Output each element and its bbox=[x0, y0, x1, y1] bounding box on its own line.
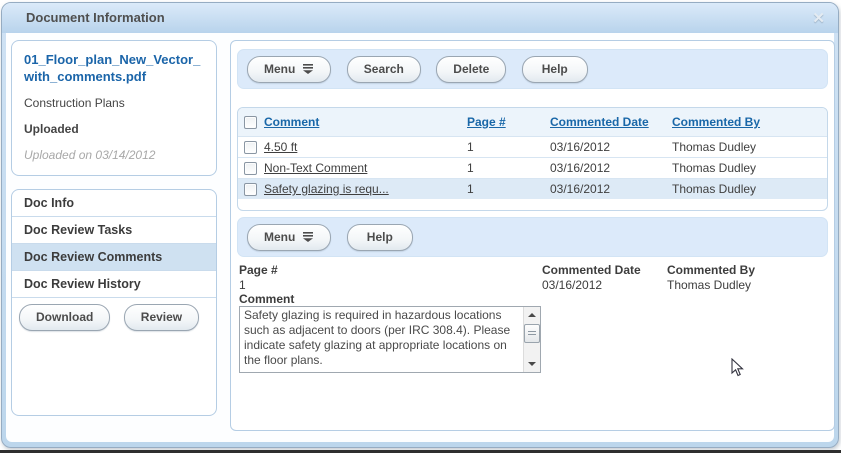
sort-comment-header[interactable]: Comment bbox=[264, 115, 319, 129]
sort-page-header[interactable]: Page # bbox=[467, 115, 506, 129]
page-cell: 1 bbox=[467, 161, 474, 175]
menu-dropdown-icon bbox=[302, 64, 314, 74]
table-row-selected[interactable]: Safety glazing is requ... 1 03/16/2012 T… bbox=[238, 178, 827, 199]
sidebar-item-doc-info[interactable]: Doc Info bbox=[12, 190, 216, 217]
date-cell: 03/16/2012 bbox=[550, 161, 610, 175]
file-status: Uploaded bbox=[24, 122, 204, 136]
close-icon[interactable]: ✕ bbox=[812, 9, 825, 27]
scroll-up-icon bbox=[528, 313, 536, 317]
comment-link[interactable]: 4.50 ft bbox=[264, 140, 297, 154]
by-cell: Thomas Dudley bbox=[672, 140, 756, 154]
table-row[interactable]: Non-Text Comment 1 03/16/2012 Thomas Dud… bbox=[238, 157, 827, 178]
row-checkbox[interactable] bbox=[244, 141, 257, 154]
row-checkbox[interactable] bbox=[244, 162, 257, 175]
detail-comment-label: Comment bbox=[239, 292, 294, 306]
review-button[interactable]: Review bbox=[124, 304, 199, 331]
doc-nav-card: Doc Info Doc Review Tasks Doc Review Com… bbox=[11, 189, 217, 416]
detail-date-value: 03/16/2012 bbox=[542, 278, 641, 292]
sidebar-buttons: Download Review bbox=[12, 298, 216, 331]
file-category: Construction Plans bbox=[24, 96, 204, 110]
menu-button-label: Menu bbox=[264, 62, 295, 76]
menu-dropdown-icon bbox=[302, 232, 314, 242]
select-all-checkbox[interactable] bbox=[244, 116, 257, 129]
detail-by-label: Commented By bbox=[667, 263, 755, 277]
comments-table-header: Comment Page # Commented Date Commented … bbox=[238, 108, 827, 136]
sidebar-item-doc-review-history[interactable]: Doc Review History bbox=[12, 271, 216, 298]
document-information-dialog: Document Information ✕ 01_Floor_plan_New… bbox=[1, 2, 839, 448]
menu-button-label: Menu bbox=[264, 230, 295, 244]
comments-toolbar: Menu Search Delete Help bbox=[237, 49, 828, 89]
comment-textarea[interactable]: Safety glazing is required in hazardous … bbox=[239, 306, 541, 373]
search-button[interactable]: Search bbox=[347, 56, 421, 83]
scroll-down-icon bbox=[528, 362, 536, 366]
help-button-top[interactable]: Help bbox=[522, 56, 588, 83]
comment-scrollbar[interactable] bbox=[523, 307, 540, 372]
comment-text: Safety glazing is required in hazardous … bbox=[244, 308, 520, 371]
file-uploaded-note: Uploaded on 03/14/2012 bbox=[24, 148, 204, 162]
scroll-down-button[interactable] bbox=[524, 356, 540, 372]
file-info-card: 01_Floor_plan_New_Vector_with_comments.p… bbox=[11, 40, 217, 176]
file-name-link[interactable]: 01_Floor_plan_New_Vector_with_comments.p… bbox=[24, 51, 204, 85]
help-button-bottom[interactable]: Help bbox=[347, 224, 413, 251]
comments-table: Comment Page # Commented Date Commented … bbox=[237, 107, 828, 211]
sort-by-header[interactable]: Commented By bbox=[672, 115, 760, 129]
scroll-up-button[interactable] bbox=[524, 307, 540, 323]
scrollbar-thumb[interactable] bbox=[524, 324, 540, 343]
delete-button[interactable]: Delete bbox=[436, 56, 506, 83]
detail-page-label: Page # bbox=[239, 263, 278, 277]
sort-date-header[interactable]: Commented Date bbox=[550, 115, 649, 129]
detail-date-label: Commented Date bbox=[542, 263, 641, 277]
by-cell: Thomas Dudley bbox=[672, 161, 756, 175]
comment-link[interactable]: Non-Text Comment bbox=[264, 161, 367, 175]
page-cell: 1 bbox=[467, 140, 474, 154]
menu-button-bottom[interactable]: Menu bbox=[247, 224, 331, 251]
sidebar-item-doc-review-comments[interactable]: Doc Review Comments bbox=[12, 244, 216, 271]
mouse-cursor-icon bbox=[731, 358, 745, 378]
detail-by-value: Thomas Dudley bbox=[667, 278, 755, 292]
detail-page-value: 1 bbox=[239, 278, 278, 292]
dialog-titlebar[interactable]: Document Information ✕ bbox=[2, 3, 838, 33]
table-row[interactable]: 4.50 ft 1 03/16/2012 Thomas Dudley bbox=[238, 136, 827, 157]
dialog-title: Document Information bbox=[26, 10, 165, 25]
comment-link[interactable]: Safety glazing is requ... bbox=[264, 182, 389, 196]
dialog-body: 01_Floor_plan_New_Vector_with_comments.p… bbox=[6, 33, 834, 442]
menu-button-top[interactable]: Menu bbox=[247, 56, 331, 83]
row-checkbox[interactable] bbox=[244, 183, 257, 196]
date-cell: 03/16/2012 bbox=[550, 182, 610, 196]
date-cell: 03/16/2012 bbox=[550, 140, 610, 154]
by-cell: Thomas Dudley bbox=[672, 182, 756, 196]
comment-detail-toolbar: Menu Help bbox=[237, 217, 828, 257]
page-cell: 1 bbox=[467, 182, 474, 196]
sidebar-item-doc-review-tasks[interactable]: Doc Review Tasks bbox=[12, 217, 216, 244]
download-button[interactable]: Download bbox=[19, 304, 110, 331]
scrollbar-grip-icon bbox=[528, 331, 536, 337]
